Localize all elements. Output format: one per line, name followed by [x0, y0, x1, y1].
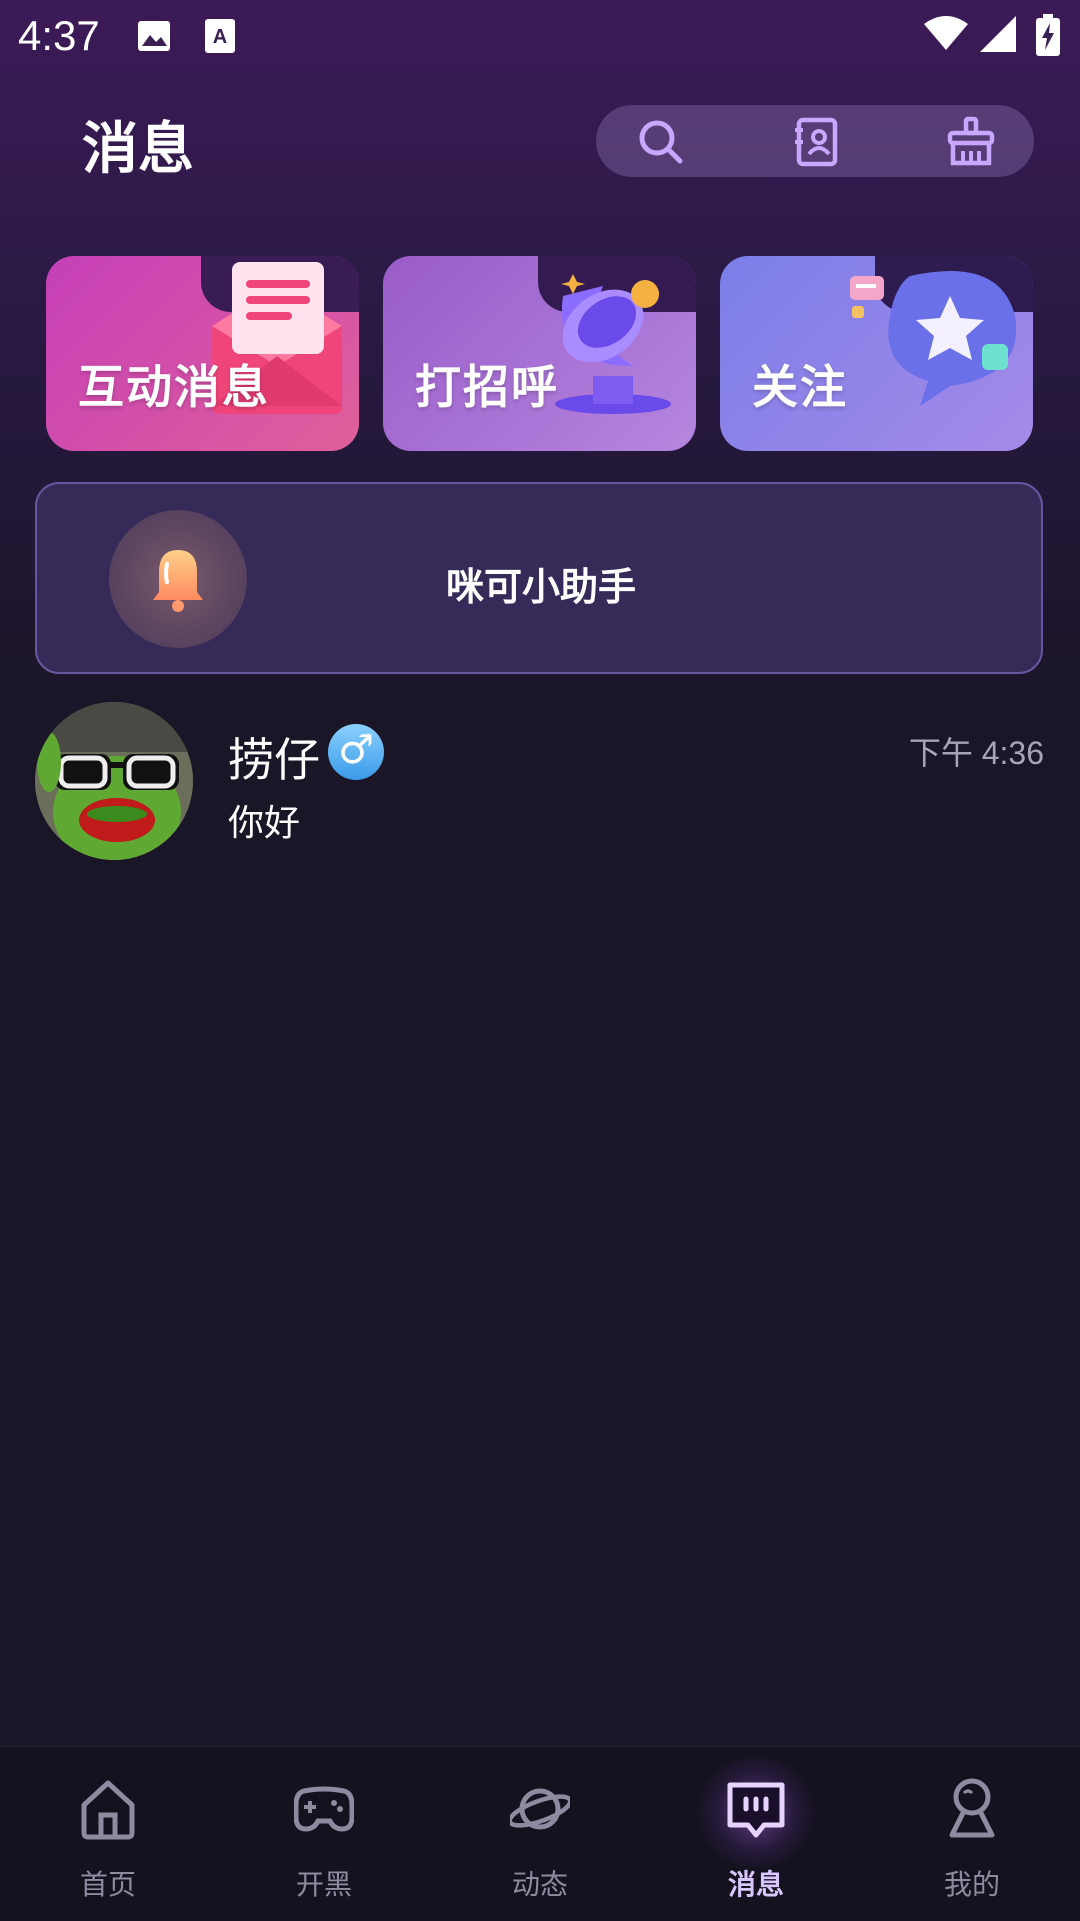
frog-avatar-icon: [35, 702, 193, 860]
message-icon: [727, 1782, 785, 1838]
contacts-icon[interactable]: [790, 115, 844, 169]
nav-label: 消息: [727, 1868, 784, 1901]
nav-label: 我的: [943, 1868, 1000, 1901]
page-title: 消息: [82, 117, 194, 182]
assistant-name: 咪可小助手: [445, 565, 636, 609]
gamepad-icon: [294, 1786, 354, 1832]
chat-message-preview: 你好: [228, 803, 301, 844]
text-a-icon: A: [205, 19, 235, 53]
nav-item-profile[interactable]: 我的: [864, 1747, 1080, 1921]
nav-item-messages[interactable]: 消息: [648, 1747, 864, 1921]
card-greetings[interactable]: 打招呼: [383, 256, 696, 451]
profile-icon: [949, 1778, 995, 1838]
nav-label: 开黑: [295, 1868, 352, 1901]
wifi-icon: [924, 16, 968, 50]
card-label: 关注: [752, 360, 848, 414]
male-gender-icon: ♂: [328, 724, 384, 780]
card-interactions[interactable]: 互动消息: [46, 256, 359, 451]
nav-item-moments[interactable]: 动态: [432, 1747, 648, 1921]
status-bar: 4:37 A: [0, 0, 1080, 70]
chat-contact-name: 捞仔: [228, 733, 320, 787]
card-label: 打招呼: [415, 360, 559, 414]
nav-item-play-together[interactable]: 开黑: [216, 1747, 432, 1921]
search-icon[interactable]: [634, 115, 688, 169]
card-following[interactable]: 关注: [720, 256, 1033, 451]
nav-item-home[interactable]: 首页: [0, 1747, 216, 1921]
home-icon: [81, 1780, 135, 1840]
svg-text:A: A: [213, 26, 227, 48]
chat-timestamp: 下午 4:36: [908, 735, 1044, 771]
clear-broom-icon[interactable]: [944, 115, 998, 169]
bottom-navigation: 首页 开黑 动态 消息 我的: [0, 1746, 1080, 1921]
image-icon: [138, 21, 170, 51]
planet-icon: [510, 1788, 570, 1830]
nav-label: 动态: [511, 1868, 568, 1901]
nav-label: 首页: [79, 1868, 136, 1901]
gender-symbol: ♂: [338, 727, 374, 773]
header-actions: [596, 105, 1034, 177]
battery-charging-icon: [1036, 14, 1060, 56]
star-bubble-icon: [850, 271, 1017, 406]
status-time: 4:37: [18, 12, 100, 59]
card-label: 互动消息: [78, 360, 270, 414]
chat-list-item[interactable]: 捞仔 ♂ 下午 4:36 你好: [0, 700, 1080, 870]
signal-icon: [980, 16, 1016, 52]
avatar: [35, 702, 193, 860]
assistant-row[interactable]: 咪可小助手: [35, 482, 1043, 674]
